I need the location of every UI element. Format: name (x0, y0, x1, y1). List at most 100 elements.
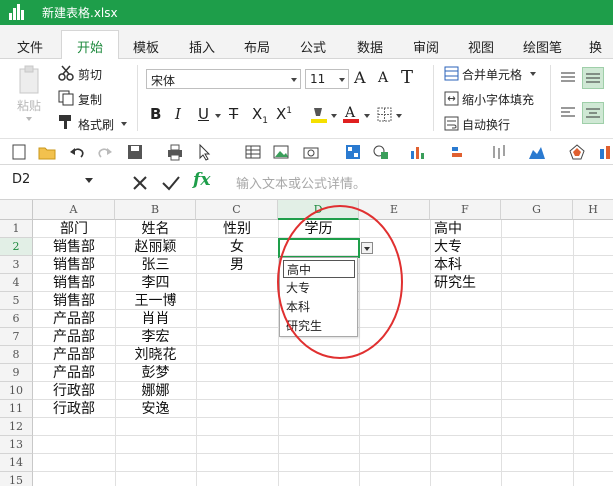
cell-a1[interactable]: 部门 (33, 220, 115, 238)
cell-b2[interactable]: 赵丽颖 (115, 238, 196, 256)
column-header-g[interactable]: G (501, 200, 573, 220)
bold-icon[interactable]: B (150, 105, 161, 123)
cell-a6[interactable]: 产品部 (33, 310, 115, 328)
row-header-5[interactable]: 5 (0, 292, 33, 310)
redo-icon[interactable] (96, 143, 114, 161)
column-chart-icon[interactable] (450, 143, 468, 161)
column-header-h[interactable]: H (573, 200, 613, 220)
name-box-dropdown-icon[interactable] (85, 178, 93, 183)
tab-view[interactable]: 视图 (468, 37, 494, 56)
cut-button[interactable]: 剪切 (78, 66, 102, 83)
name-box[interactable]: D2 (12, 172, 30, 187)
cell-f1[interactable]: 高中 (434, 220, 501, 238)
underline-dropdown-icon[interactable] (215, 114, 221, 118)
row-header-3[interactable]: 3 (0, 256, 33, 274)
tab-file[interactable]: 文件 (17, 37, 43, 56)
borders-icon[interactable] (377, 107, 392, 122)
shrink-to-fit-button[interactable]: 缩小字体填充 (462, 91, 534, 108)
chart-gallery-icon[interactable] (344, 143, 362, 161)
row-header-9[interactable]: 9 (0, 364, 33, 382)
column-header-d[interactable]: D (278, 200, 359, 220)
cell-b5[interactable]: 王一博 (115, 292, 196, 310)
cell-a11[interactable]: 行政部 (33, 400, 115, 418)
font-name-select[interactable]: 宋体 (146, 69, 301, 89)
confirm-icon[interactable] (162, 175, 180, 191)
row-header-1[interactable]: 1 (0, 220, 33, 238)
cell-a10[interactable]: 行政部 (33, 382, 115, 400)
row-header-12[interactable]: 12 (0, 418, 33, 436)
shapes-icon[interactable] (372, 143, 390, 161)
row-header-4[interactable]: 4 (0, 274, 33, 292)
merge-cells-dropdown-icon[interactable] (530, 72, 536, 76)
cell-a5[interactable]: 销售部 (33, 292, 115, 310)
cell-b7[interactable]: 李宏 (115, 328, 196, 346)
screenshot-icon[interactable] (302, 143, 320, 161)
cell-b1[interactable]: 姓名 (115, 220, 196, 238)
row-header-7[interactable]: 7 (0, 328, 33, 346)
cell-c1[interactable]: 性别 (196, 220, 278, 238)
new-file-icon[interactable] (10, 143, 28, 161)
insert-function-icon[interactable]: fx (193, 170, 210, 190)
column-header-e[interactable]: E (359, 200, 430, 220)
bar-chart-icon[interactable] (408, 143, 426, 161)
dropdown-option-graduate[interactable]: 研究生 (283, 317, 355, 335)
borders-dropdown-icon[interactable] (396, 114, 402, 118)
wrap-text-button[interactable]: 自动换行 (462, 116, 510, 133)
table-icon[interactable] (244, 143, 262, 161)
row-header-10[interactable]: 10 (0, 382, 33, 400)
cell-b11[interactable]: 安逸 (115, 400, 196, 418)
dropdown-arrow-button[interactable] (361, 242, 373, 254)
cell-a4[interactable]: 销售部 (33, 274, 115, 292)
cell-f4[interactable]: 研究生 (434, 274, 501, 292)
dropdown-option-high-school[interactable]: 高中 (283, 260, 355, 278)
italic-icon[interactable]: I (175, 105, 181, 123)
area-chart-icon[interactable] (528, 143, 546, 161)
print-icon[interactable] (166, 143, 184, 161)
row-header-2[interactable]: 2 (0, 238, 33, 256)
row-header-8[interactable]: 8 (0, 346, 33, 364)
paste-icon[interactable] (17, 65, 43, 95)
align-top-icon[interactable] (560, 71, 576, 85)
font-color-icon[interactable]: A (342, 104, 360, 125)
underline-icon[interactable]: U (198, 105, 209, 123)
format-painter-button[interactable]: 格式刷 (78, 116, 114, 133)
decrease-font-icon[interactable]: A (378, 70, 388, 86)
cell-a3[interactable]: 销售部 (33, 256, 115, 274)
undo-icon[interactable] (68, 143, 86, 161)
row-header-15[interactable]: 15 (0, 472, 33, 486)
strikethrough-icon[interactable]: T (229, 105, 238, 123)
copy-button[interactable]: 复制 (78, 91, 102, 108)
stock-chart-icon[interactable] (490, 143, 508, 161)
paste-button[interactable]: 粘贴 (17, 97, 41, 114)
column-header-a[interactable]: A (33, 200, 115, 220)
align-center-button[interactable] (582, 102, 604, 124)
more-charts-icon[interactable] (598, 143, 613, 161)
cell-b4[interactable]: 李四 (115, 274, 196, 292)
cell-f2[interactable]: 大专 (434, 238, 501, 256)
cell-b6[interactable]: 肖肖 (115, 310, 196, 328)
increase-font-icon[interactable]: A (354, 68, 366, 87)
tab-insert[interactable]: 插入 (189, 37, 215, 56)
row-header-13[interactable]: 13 (0, 436, 33, 454)
open-folder-icon[interactable] (38, 143, 56, 161)
align-left-icon[interactable] (560, 106, 576, 120)
align-middle-button[interactable] (582, 67, 604, 89)
font-color-dropdown-icon[interactable] (364, 114, 370, 118)
tab-layout[interactable]: 布局 (244, 37, 270, 56)
row-header-11[interactable]: 11 (0, 400, 33, 418)
merge-cells-button[interactable]: 合并单元格 (462, 66, 522, 83)
cell-a2[interactable]: 销售部 (33, 238, 115, 256)
radar-chart-icon[interactable] (568, 143, 586, 161)
column-header-b[interactable]: B (115, 200, 196, 220)
dropdown-option-college[interactable]: 大专 (283, 279, 355, 297)
tab-formula[interactable]: 公式 (300, 37, 326, 56)
cell-c2[interactable]: 女 (196, 238, 278, 256)
column-header-c[interactable]: C (196, 200, 278, 220)
cell-b9[interactable]: 彭梦 (115, 364, 196, 382)
select-pointer-icon[interactable] (196, 143, 214, 161)
active-cell-d2[interactable] (278, 238, 360, 258)
formula-input[interactable]: 输入文本或公式详情。 (236, 173, 366, 192)
column-header-f[interactable]: F (430, 200, 501, 220)
tab-pen[interactable]: 绘图笔 (523, 37, 562, 56)
row-header-6[interactable]: 6 (0, 310, 33, 328)
